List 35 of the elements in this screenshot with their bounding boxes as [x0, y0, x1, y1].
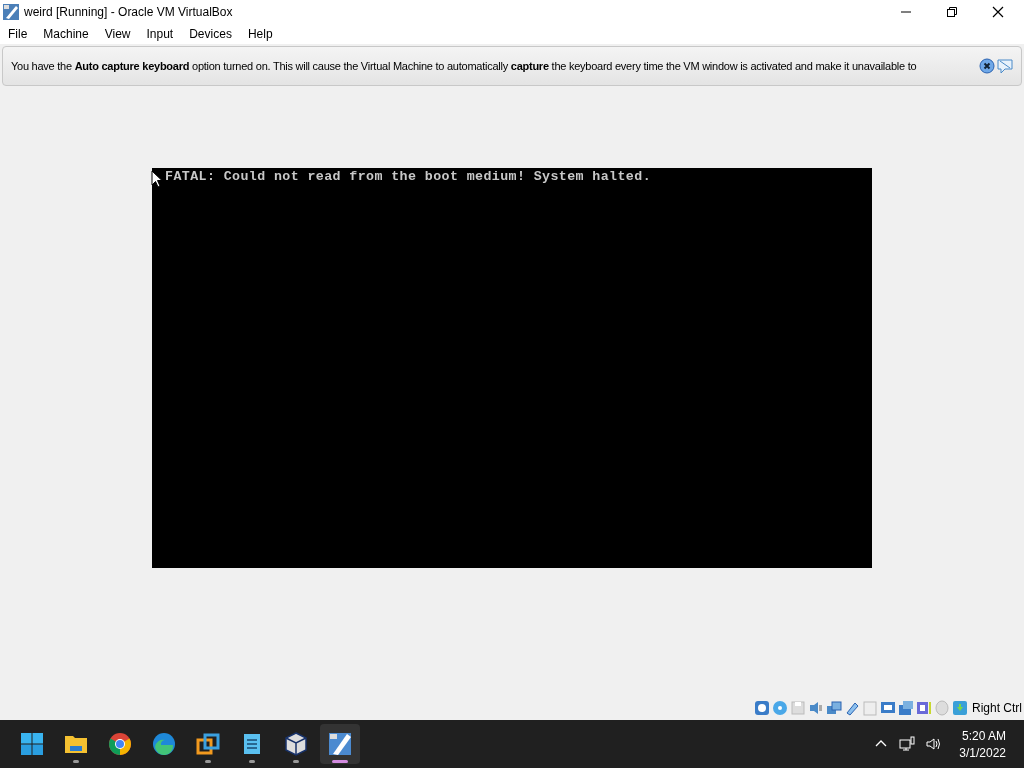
browser-icon — [152, 732, 176, 756]
menu-item[interactable]: Help — [247, 27, 273, 41]
volume-icon[interactable] — [925, 736, 942, 752]
host-key-label: Right Ctrl — [972, 701, 1022, 715]
vm-screen[interactable]: FATAL: Could not read from the boot medium! System halted. — [152, 168, 872, 568]
menu-item[interactable]: Machine — [43, 27, 89, 41]
close-icon[interactable] — [979, 58, 995, 74]
menu-item[interactable]: Devices — [189, 27, 232, 41]
console-text: FATAL: Could not read from the boot medium! System halted. — [165, 169, 651, 184]
virtual-machine-icon — [328, 732, 352, 756]
usb-icon[interactable] — [844, 700, 860, 716]
clipboard-icon[interactable] — [862, 700, 878, 716]
clock[interactable]: 5:20 AM 3/1/2022 — [959, 728, 1006, 760]
browser-icon — [108, 732, 132, 756]
window-title: weird [Running] - Oracle VM VirtualBox — [24, 5, 233, 19]
mouse-pointer-icon — [151, 170, 163, 188]
speaker-icon[interactable] — [808, 700, 824, 716]
restore-icon[interactable] — [946, 6, 958, 18]
menu-item[interactable]: View — [104, 27, 131, 41]
vm-taskbar-button[interactable] — [320, 724, 360, 764]
virtualbox-window-icon — [3, 4, 19, 20]
shared-folder-icon[interactable] — [898, 700, 914, 716]
banner-message: You have the Auto capture keyboard option turned on. This will cause the Virtual Machine to automatically capture the keyboard every time the VM window is activated and make it unavailable to — [11, 60, 918, 72]
windows-logo-icon — [20, 732, 44, 756]
cpu-icon[interactable] — [916, 700, 932, 716]
display-icon[interactable] — [880, 700, 896, 716]
overlapping-squares-icon — [196, 732, 220, 756]
keyboard-capture-icon[interactable] — [952, 700, 968, 716]
menu-item[interactable]: Input — [146, 27, 174, 41]
cube-icon — [284, 732, 308, 756]
clock-time: 5:20 AM — [961, 728, 1006, 743]
close-icon[interactable] — [992, 6, 1004, 18]
clock-date: 3/1/2022 — [959, 745, 1006, 760]
menu-item[interactable]: File — [8, 27, 28, 41]
network-icon[interactable] — [899, 736, 916, 752]
